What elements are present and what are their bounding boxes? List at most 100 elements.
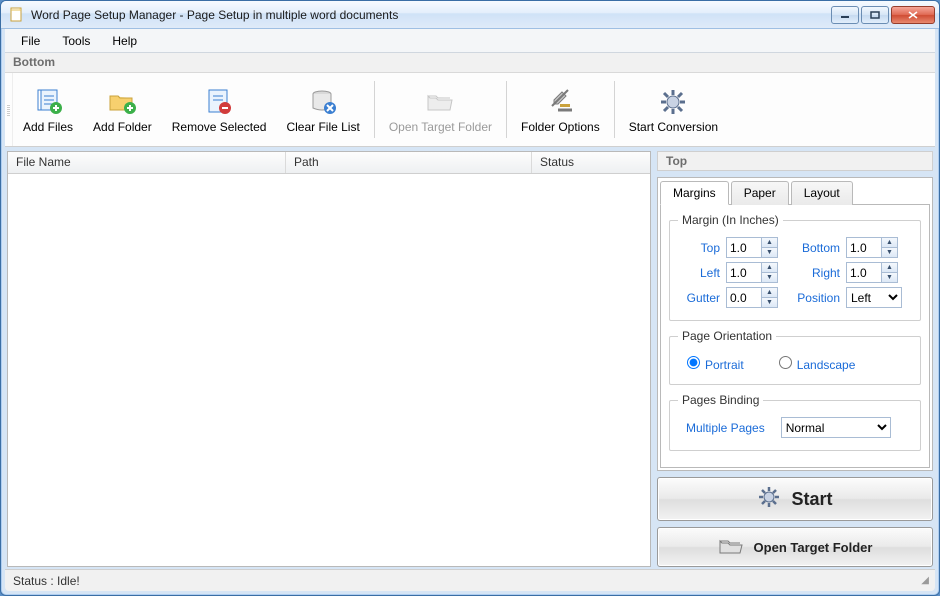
start-conversion-label: Start Conversion [629,120,718,134]
panel-label-bottom: Bottom [5,53,935,73]
multiple-pages-label: Multiple Pages [686,421,765,435]
margin-top-input[interactable] [727,238,761,257]
spin-up-icon[interactable]: ▲ [761,238,777,248]
open-target-folder-button[interactable]: Open Target Folder [379,73,502,146]
app-window: Word Page Setup Manager - Page Setup in … [0,0,940,596]
menubar: File Tools Help [5,29,935,53]
file-list[interactable]: File Name Path Status [7,151,651,567]
start-conversion-button[interactable]: Start Conversion [619,73,728,146]
remove-selected-icon [203,86,235,118]
margin-position-select[interactable]: Left [846,287,902,308]
column-headers: File Name Path Status [8,152,650,174]
spin-up-icon[interactable]: ▲ [881,238,897,248]
multiple-pages-select[interactable]: Normal [781,417,891,438]
column-status[interactable]: Status [532,152,650,173]
margin-bottom-spinner[interactable]: ▲▼ [846,237,898,258]
folder-options-label: Folder Options [521,120,600,134]
menu-tools[interactable]: Tools [52,31,100,51]
margin-right-label: Right [784,266,840,280]
start-button[interactable]: Start [657,477,933,521]
orientation-group: Page Orientation Portrait Landscape [669,329,921,385]
margin-group: Margin (In Inches) Top ▲▼ Bottom ▲▼ Left… [669,213,921,321]
open-target-folder-big-button[interactable]: Open Target Folder [657,527,933,567]
gear-icon [757,485,781,514]
orientation-portrait-radio[interactable] [687,356,700,369]
tab-panel-margins: Margin (In Inches) Top ▲▼ Bottom ▲▼ Left… [660,204,930,468]
spin-up-icon[interactable]: ▲ [761,263,777,273]
open-target-folder-big-label: Open Target Folder [754,540,873,555]
add-files-icon [32,86,64,118]
clear-file-list-button[interactable]: Clear File List [276,73,369,146]
file-list-body[interactable] [8,174,650,566]
folder-options-icon [544,86,576,118]
margin-group-label: Margin (In Inches) [678,213,783,227]
orientation-group-label: Page Orientation [678,329,776,343]
spin-down-icon[interactable]: ▼ [761,273,777,282]
spin-down-icon[interactable]: ▼ [881,273,897,282]
start-conversion-icon [657,86,689,118]
margin-right-input[interactable] [847,263,881,282]
orientation-landscape-label[interactable]: Landscape [797,358,856,372]
settings-panel: Top Margins Paper Layout Margin (In Inch… [657,151,933,567]
tabs-container: Margins Paper Layout Margin (In Inches) … [657,177,933,471]
open-target-folder-label: Open Target Folder [389,120,492,134]
toolbar-separator [506,81,507,138]
close-button[interactable] [891,6,935,24]
resize-grip[interactable]: ◢ [921,575,927,586]
margin-left-input[interactable] [727,263,761,282]
toolbar-grip[interactable] [5,73,13,146]
margin-right-spinner[interactable]: ▲▼ [846,262,898,283]
remove-selected-button[interactable]: Remove Selected [162,73,277,146]
add-folder-button[interactable]: Add Folder [83,73,162,146]
open-target-folder-icon [424,86,456,118]
app-icon [9,7,25,23]
margin-position-label: Position [784,291,840,305]
spin-up-icon[interactable]: ▲ [761,288,777,298]
tab-paper[interactable]: Paper [731,181,789,205]
clear-file-list-icon [307,86,339,118]
margin-bottom-input[interactable] [847,238,881,257]
spin-down-icon[interactable]: ▼ [881,248,897,257]
panel-label-top: Top [657,151,933,171]
margin-gutter-label: Gutter [678,291,720,305]
menu-file[interactable]: File [11,31,50,51]
toolbar-separator [614,81,615,138]
maximize-button[interactable] [861,6,889,24]
margin-top-label: Top [678,241,720,255]
remove-selected-label: Remove Selected [172,120,267,134]
minimize-button[interactable] [831,6,859,24]
folder-options-button[interactable]: Folder Options [511,73,610,146]
menu-help[interactable]: Help [102,31,147,51]
add-files-label: Add Files [23,120,73,134]
content-area: File Name Path Status Top Margins Paper … [1,147,939,569]
toolbar: Add Files Add Folder Remove Selected Cle… [5,73,935,147]
toolbar-separator [374,81,375,138]
margin-left-spinner[interactable]: ▲▼ [726,262,778,283]
folder-open-icon [718,535,744,560]
add-files-button[interactable]: Add Files [13,73,83,146]
tab-layout[interactable]: Layout [791,181,853,205]
spin-up-icon[interactable]: ▲ [881,263,897,273]
window-title: Word Page Setup Manager - Page Setup in … [31,8,831,22]
orientation-portrait-label[interactable]: Portrait [705,358,744,372]
margin-left-label: Left [678,266,720,280]
spin-down-icon[interactable]: ▼ [761,248,777,257]
column-path[interactable]: Path [286,152,532,173]
margin-bottom-label: Bottom [784,241,840,255]
add-folder-icon [106,86,138,118]
tab-strip: Margins Paper Layout [660,180,930,204]
column-file-name[interactable]: File Name [8,152,286,173]
status-text: Status : Idle! [13,574,80,588]
start-button-label: Start [791,489,832,510]
spin-down-icon[interactable]: ▼ [761,298,777,307]
binding-group: Pages Binding Multiple Pages Normal [669,393,921,451]
margin-gutter-input[interactable] [727,288,761,307]
orientation-landscape-radio[interactable] [779,356,792,369]
tab-margins[interactable]: Margins [660,181,729,205]
titlebar[interactable]: Word Page Setup Manager - Page Setup in … [1,1,939,29]
binding-group-label: Pages Binding [678,393,763,407]
clear-file-list-label: Clear File List [286,120,359,134]
margin-gutter-spinner[interactable]: ▲▼ [726,287,778,308]
add-folder-label: Add Folder [93,120,152,134]
margin-top-spinner[interactable]: ▲▼ [726,237,778,258]
